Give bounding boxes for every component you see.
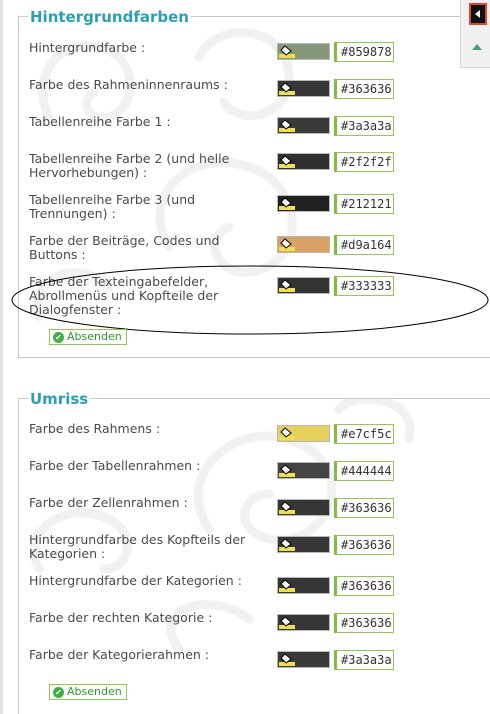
row-label-category-header-bg: Hintergrundfarbe des Kopfteils der Kateg…: [29, 532, 246, 561]
paint-bucket-icon: [279, 538, 295, 551]
hex-input-cell-borders[interactable]: #363636: [334, 498, 394, 518]
paint-bucket-icon: [279, 45, 295, 58]
outline-legend: Umriss: [28, 389, 91, 409]
row-label-table-row-1: Tabellenreihe Farbe 1 :: [29, 114, 171, 129]
hex-input-right-category[interactable]: #363636: [334, 613, 394, 633]
color-picker-table-row-1[interactable]: [277, 117, 330, 134]
paint-bucket-icon: [279, 238, 295, 251]
hex-input-frame-interior[interactable]: #363636: [334, 79, 394, 99]
hex-input-text-inputs-dropdowns[interactable]: #333333: [334, 276, 394, 296]
color-picker-table-row-3[interactable]: [277, 195, 330, 212]
paint-bucket-icon: [279, 579, 295, 592]
hex-input-frame-color[interactable]: #e7cf5c: [334, 424, 394, 444]
color-picker-category-borders[interactable]: [277, 651, 330, 668]
paint-bucket-icon: [279, 653, 295, 666]
row-label-right-category: Farbe der rechten Kategorie :: [29, 610, 213, 625]
row-label-category-bg: Hintergrundfarbe der Kategorien :: [29, 573, 242, 588]
submit-label: Absenden: [67, 685, 122, 698]
color-picker-frame-interior[interactable]: [277, 80, 330, 97]
paint-bucket-icon: [279, 279, 295, 292]
paint-bucket-icon: [279, 197, 295, 210]
hex-input-background-color[interactable]: #859878: [334, 42, 394, 62]
paint-bucket-icon: [279, 82, 295, 95]
row-label-background-color: Hintergrundfarbe :: [29, 40, 146, 55]
color-picker-right-category[interactable]: [277, 614, 330, 631]
paint-bucket-icon: [279, 501, 295, 514]
color-picker-table-borders[interactable]: [277, 462, 330, 479]
color-picker-category-bg[interactable]: [277, 577, 330, 594]
collapse-left-icon[interactable]: [469, 3, 487, 25]
paint-bucket-icon: [279, 427, 295, 440]
row-label-frame-color: Farbe des Rahmens :: [29, 421, 161, 436]
hex-input-table-row-3[interactable]: #212121: [334, 194, 394, 214]
hex-input-category-borders[interactable]: #3a3a3a: [334, 650, 394, 670]
check-icon: ✔: [53, 331, 64, 343]
row-label-category-borders: Farbe der Kategorierahmen :: [29, 647, 209, 662]
submit-button-background-colors[interactable]: ✔ Absenden: [49, 329, 127, 345]
row-label-table-borders: Farbe der Tabellenrahmen :: [29, 458, 201, 473]
row-label-cell-borders: Farbe der Zellenrahmen :: [29, 495, 188, 510]
color-picker-background-color[interactable]: [277, 43, 330, 60]
hex-input-table-borders[interactable]: #444444: [334, 461, 394, 481]
paint-bucket-icon: [279, 119, 295, 132]
color-picker-posts-codes-buttons[interactable]: [277, 236, 330, 253]
paint-bucket-icon: [279, 464, 295, 477]
page-left-edge: [0, 0, 3, 714]
background-colors-legend: Hintergrundfarben: [28, 7, 191, 27]
paint-bucket-icon: [279, 616, 295, 629]
row-label-table-row-2: Tabellenreihe Farbe 2 (und helle Hervorh…: [29, 151, 230, 180]
submit-button-outline[interactable]: ✔ Absenden: [49, 684, 127, 700]
hex-input-table-row-2[interactable]: #2f2f2f: [334, 152, 394, 172]
row-label-text-inputs-dropdowns: Farbe der Texteingabefelder, Abrollmenüs…: [29, 274, 219, 317]
submit-label: Absenden: [67, 330, 122, 343]
color-picker-frame-color[interactable]: [277, 425, 330, 442]
row-label-posts-codes-buttons: Farbe der Beiträge, Codes und Buttons :: [29, 233, 220, 262]
hex-input-table-row-1[interactable]: #3a3a3a: [334, 116, 394, 136]
row-label-table-row-3: Tabellenreihe Farbe 3 (und Trennungen) :: [29, 192, 196, 221]
hex-input-category-bg[interactable]: #363636: [334, 576, 394, 596]
color-picker-text-inputs-dropdowns[interactable]: [277, 277, 330, 294]
color-picker-table-row-2[interactable]: [277, 153, 330, 170]
color-picker-cell-borders[interactable]: [277, 499, 330, 516]
hex-input-posts-codes-buttons[interactable]: #d9a164: [334, 235, 394, 255]
scroll-up-icon[interactable]: [472, 44, 482, 50]
color-picker-category-header-bg[interactable]: [277, 536, 330, 553]
row-label-frame-interior: Farbe des Rahmeninnenraums :: [29, 77, 228, 92]
check-icon: ✔: [53, 686, 64, 698]
hex-input-category-header-bg[interactable]: #363636: [334, 535, 394, 555]
paint-bucket-icon: [279, 155, 295, 168]
